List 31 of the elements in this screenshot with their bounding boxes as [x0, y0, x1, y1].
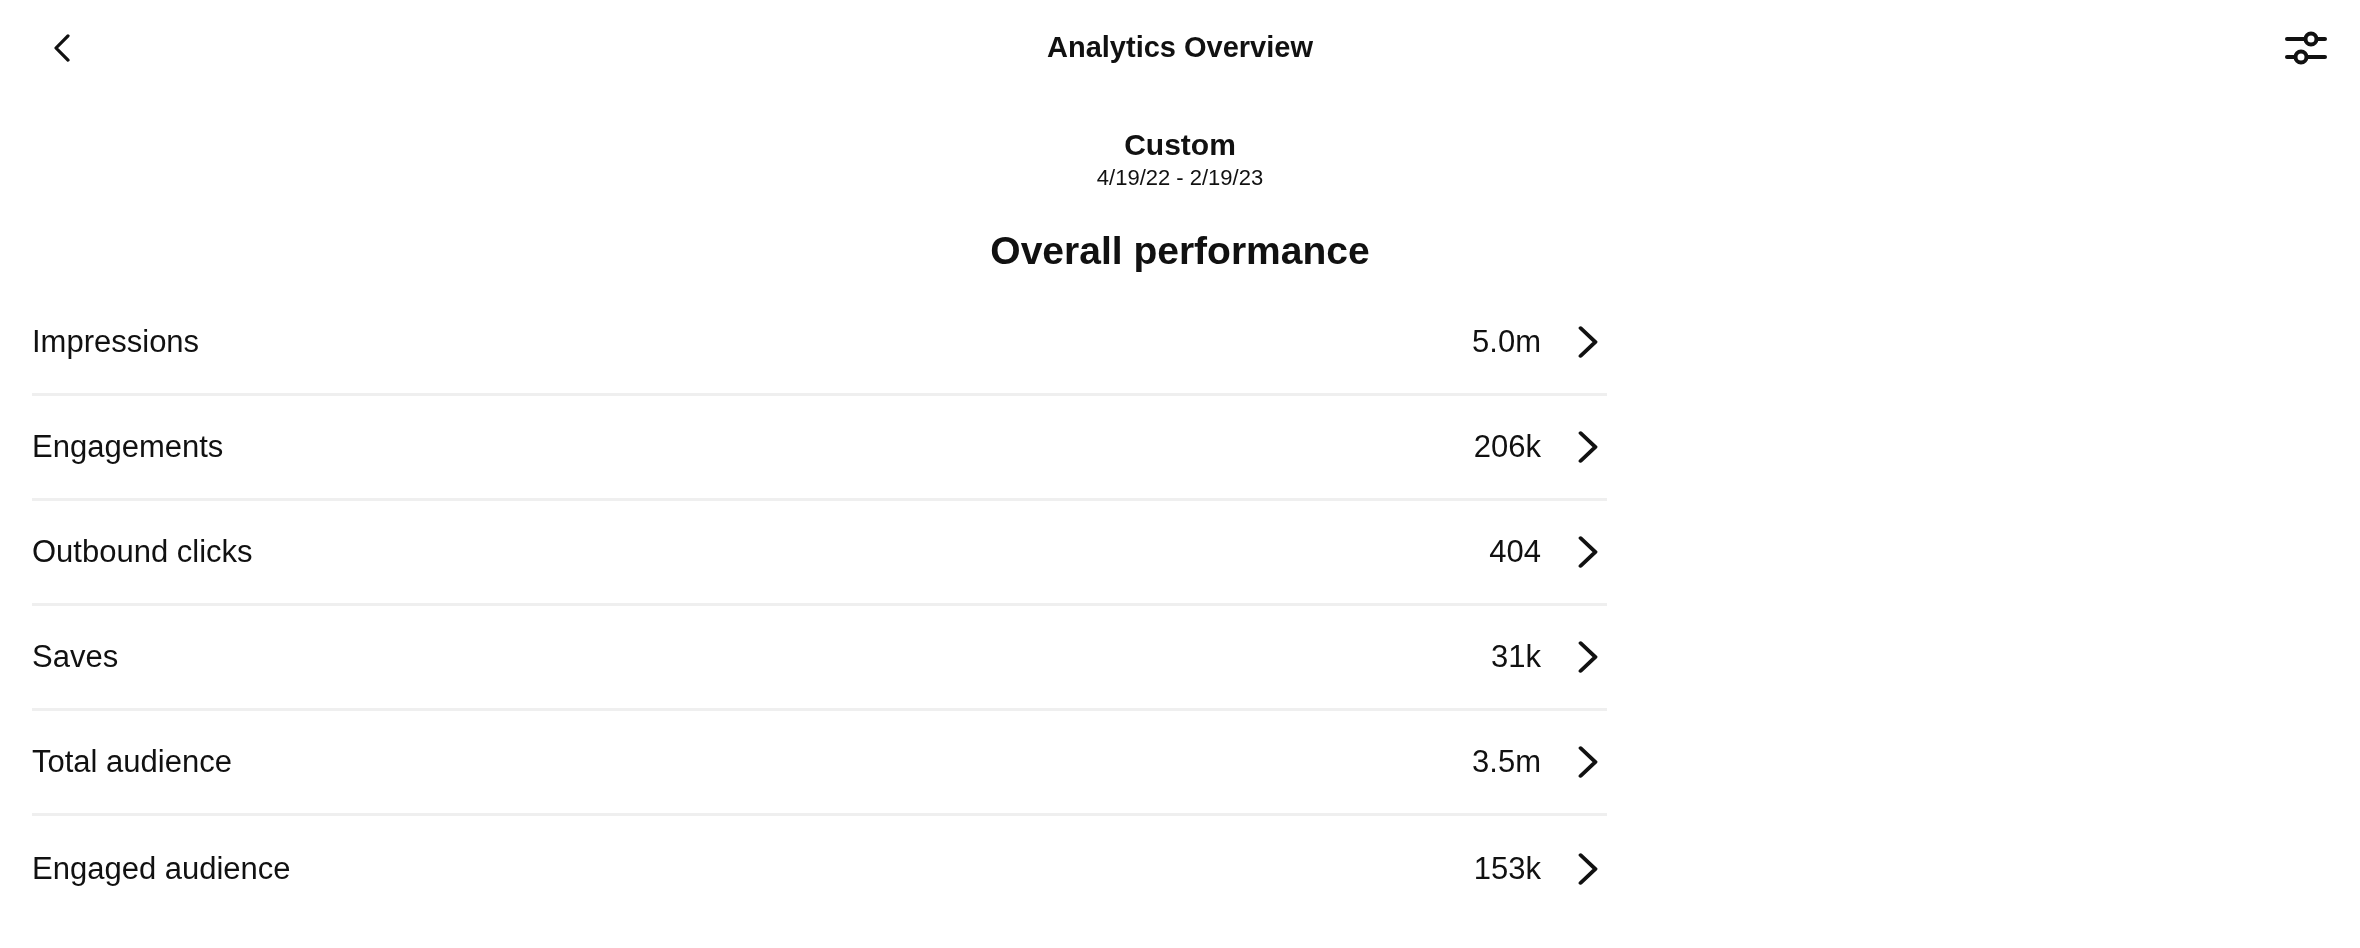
chevron-right-icon [1577, 536, 1599, 568]
metric-value: 5.0m [1472, 323, 1541, 361]
chevron-right-icon [1577, 326, 1599, 358]
metric-row[interactable]: Engaged audience 153k [32, 816, 1607, 921]
metric-row[interactable]: Impressions 5.0m [32, 291, 1607, 396]
metric-value: 153k [1473, 849, 1541, 888]
metric-row[interactable]: Engagements 206k [32, 396, 1607, 501]
chevron-right-icon [1577, 746, 1599, 778]
date-range-label: Custom [1124, 127, 1236, 163]
metric-row[interactable]: Total audience 3.5m [32, 711, 1607, 816]
metric-value: 31k [1491, 638, 1541, 676]
metric-value: 404 [1489, 533, 1541, 571]
section-title: Overall performance [990, 228, 1370, 274]
metric-label: Saves [32, 638, 119, 676]
metric-value: 3.5m [1472, 743, 1541, 781]
metric-value: 206k [1473, 428, 1541, 466]
metric-label: Outbound clicks [32, 533, 253, 571]
page-title: Analytics Overview [1047, 30, 1313, 66]
metric-label: Engagements [32, 428, 224, 466]
filter-settings-icon [2285, 31, 2327, 65]
date-range-selector[interactable]: Custom 4/19/22 - 2/19/23 [1096, 126, 1264, 192]
metric-label: Engaged audience [32, 849, 291, 888]
back-chevron-icon [53, 34, 71, 62]
chevron-right-icon [1577, 431, 1599, 463]
metric-label: Impressions [32, 323, 200, 361]
metric-label: Total audience [32, 743, 232, 781]
metric-row[interactable]: Saves 31k [32, 606, 1607, 711]
date-range-dates: 4/19/22 - 2/19/23 [1096, 164, 1264, 192]
chevron-right-icon [1577, 852, 1599, 885]
chevron-right-icon [1577, 641, 1599, 673]
metric-row[interactable]: Outbound clicks 404 [32, 501, 1607, 606]
